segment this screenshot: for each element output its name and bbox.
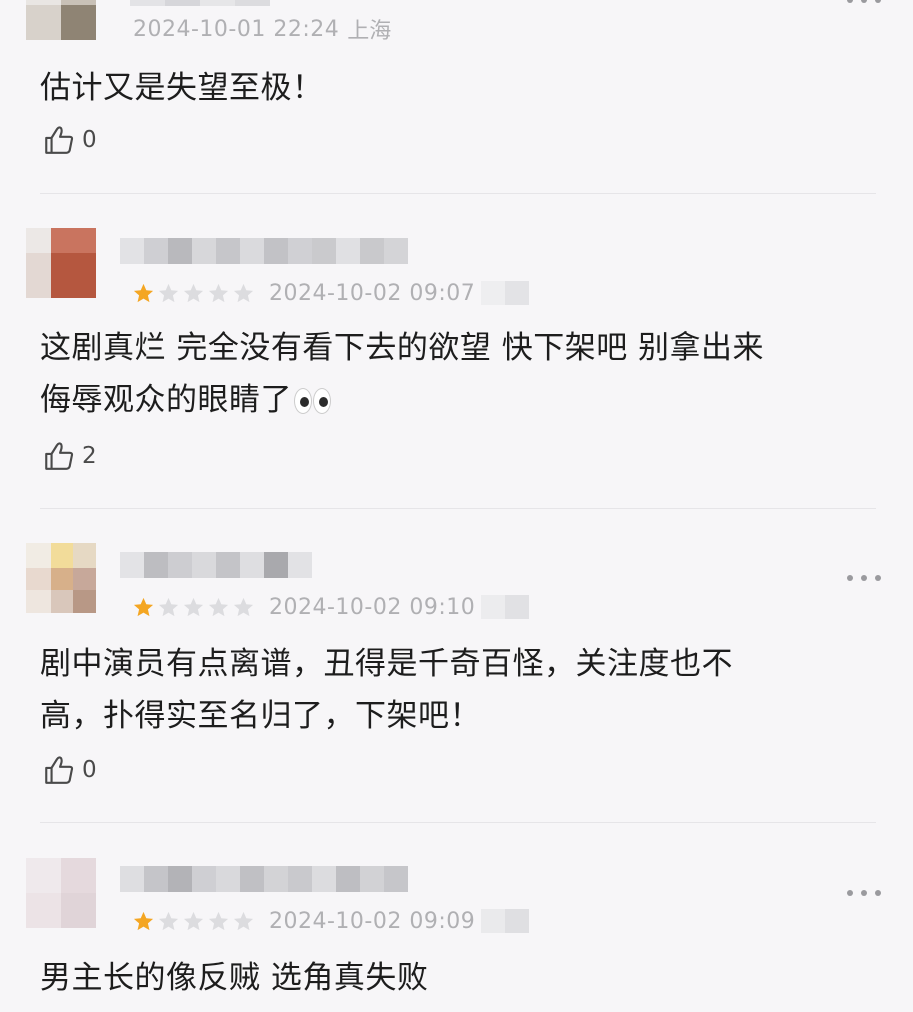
timestamp: 2024-10-02 09:10 — [269, 594, 476, 620]
username-blurred — [120, 866, 408, 892]
star-icon — [133, 283, 154, 302]
star-icon — [183, 911, 204, 930]
rating-stars — [132, 596, 257, 619]
comment-meta: 2024-10-01 22:24 上海 — [133, 14, 392, 45]
comment-text: 估计又是失望至极！ — [40, 70, 324, 106]
more-options-icon[interactable] — [847, 0, 881, 6]
location-blurred — [481, 281, 530, 305]
divider — [40, 193, 876, 194]
star-icon — [158, 911, 179, 930]
like-count: 0 — [82, 757, 97, 783]
star-icon — [183, 283, 204, 302]
more-options-icon[interactable] — [847, 887, 881, 899]
like-count: 2 — [82, 443, 97, 469]
timestamp: 2024-10-02 09:09 — [269, 908, 476, 934]
comment-meta: 2024-10-02 09:07 — [132, 278, 530, 308]
star-icon — [233, 283, 254, 302]
rating-stars — [132, 910, 257, 933]
timestamp: 2024-10-01 22:24 — [133, 16, 340, 42]
divider — [40, 822, 876, 823]
avatar[interactable] — [26, 0, 96, 40]
comment-text: 剧中演员有点离谱，丑得是千奇百怪，关注度也不 高，扑得实至名归了，下架吧！ — [40, 646, 733, 734]
star-icon — [208, 283, 229, 302]
star-icon — [158, 597, 179, 616]
rating-stars — [132, 282, 257, 305]
thumbs-up-icon — [45, 126, 74, 154]
avatar[interactable] — [26, 228, 96, 298]
username-blurred — [130, 0, 270, 6]
more-options-icon[interactable] — [847, 572, 881, 584]
comment-text: 这剧真烂 完全没有看下去的欲望 快下架吧 别拿出来 侮辱观众的眼睛了 — [40, 330, 765, 418]
like-count: 0 — [82, 127, 97, 153]
thumbs-up-icon — [45, 756, 74, 784]
comment-meta: 2024-10-02 09:09 — [132, 906, 530, 936]
star-icon — [183, 597, 204, 616]
like-button[interactable]: 2 — [42, 438, 97, 474]
username-blurred — [120, 552, 312, 578]
star-icon — [208, 597, 229, 616]
like-button[interactable]: 0 — [42, 122, 97, 158]
comment-meta: 2024-10-02 09:10 — [132, 592, 530, 622]
like-button[interactable]: 0 — [42, 752, 97, 788]
eyes-emoji-icon — [294, 388, 332, 414]
avatar[interactable] — [26, 858, 96, 928]
star-icon — [133, 911, 154, 930]
username-blurred — [120, 238, 408, 264]
star-icon — [158, 283, 179, 302]
divider — [40, 508, 876, 509]
avatar[interactable] — [26, 543, 96, 613]
comment-text: 男主长的像反贼 选角真失败 — [40, 960, 429, 996]
timestamp: 2024-10-02 09:07 — [269, 280, 476, 306]
location-label: 上海 — [347, 19, 392, 44]
star-icon — [233, 911, 254, 930]
star-icon — [133, 597, 154, 616]
thumbs-up-icon — [45, 442, 74, 470]
location-blurred — [481, 595, 530, 619]
location-blurred — [481, 909, 530, 933]
star-icon — [208, 911, 229, 930]
star-icon — [233, 597, 254, 616]
